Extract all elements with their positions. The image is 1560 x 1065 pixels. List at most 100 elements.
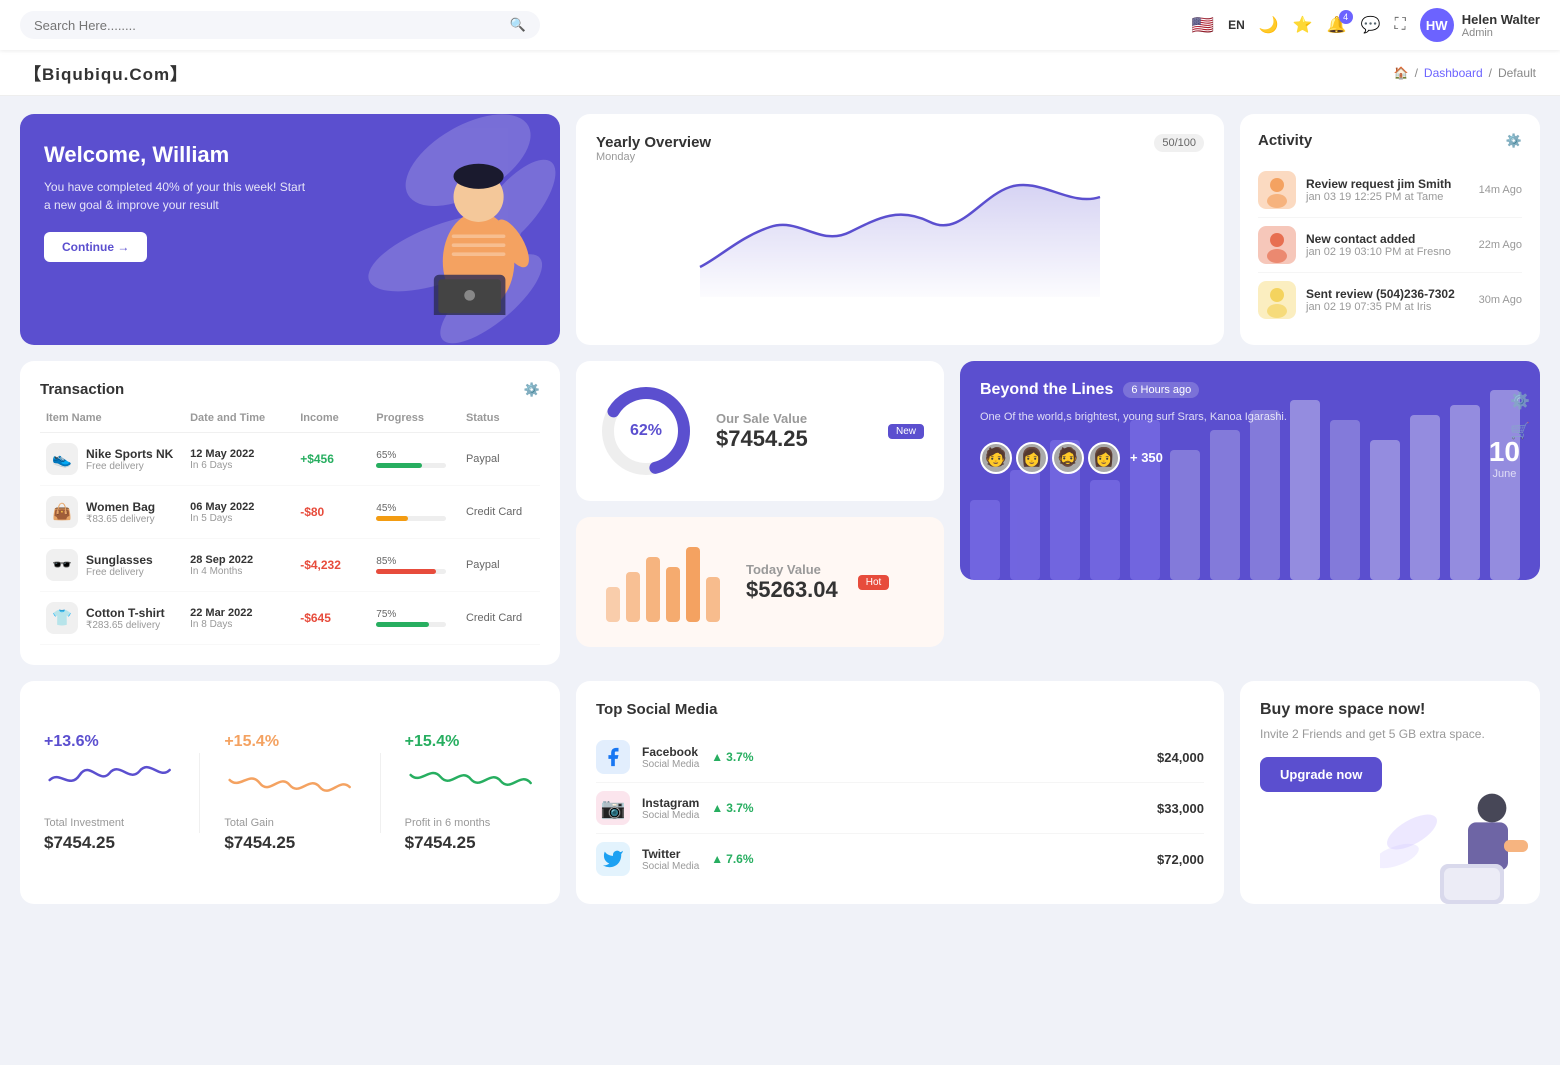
transaction-rows: 👟 Nike Sports NK Free delivery 12 May 20… (40, 433, 540, 645)
activity-text: Review request jim Smith jan 03 19 12:25… (1306, 177, 1469, 203)
breadcrumb-dashboard[interactable]: Dashboard (1424, 66, 1483, 80)
activity-card: Activity ⚙️ Review request jim Smith jan… (1240, 114, 1540, 345)
social-amount: $33,000 (1157, 801, 1204, 816)
activity-header: Activity ⚙️ (1258, 132, 1522, 149)
home-icon[interactable]: 🏠 (1394, 66, 1409, 80)
progress-fill (376, 463, 422, 468)
social-name: Facebook (642, 745, 699, 759)
activity-item-sub: jan 02 19 03:10 PM at Fresno (1306, 246, 1469, 258)
message-icon[interactable]: 💬 (1361, 15, 1381, 35)
social-sub: Social Media (642, 810, 699, 821)
col-item-name: Item Name (46, 412, 182, 424)
col-progress: Progress (376, 412, 458, 424)
stat-value: $7454.25 (224, 833, 355, 853)
site-logo: 【Biqubiqu.Com】 (24, 60, 188, 85)
row-income: -$4,232 (300, 558, 368, 572)
user-menu[interactable]: HW Helen Walter Admin (1420, 8, 1540, 42)
new-badge: New (888, 424, 924, 439)
activity-list: Review request jim Smith jan 03 19 12:25… (1258, 163, 1522, 327)
space-illustration (1380, 784, 1540, 904)
upgrade-button[interactable]: Upgrade now (1260, 757, 1382, 792)
row-status: Paypal (466, 559, 534, 571)
row-2: Transaction ⚙️ Item Name Date and Time I… (20, 361, 1540, 665)
user-name: Helen Walter (1462, 12, 1540, 27)
continue-button[interactable]: Continue → (44, 232, 147, 262)
avatars-row: 🧑 👩 🧔 👩 + 350 10 June (980, 436, 1520, 480)
stats-card: +13.6% Total Investment $7454.25 +15.4% … (20, 681, 560, 904)
social-item: 📷 Instagram Social Media ▲ 3.7% $33,000 (596, 783, 1204, 834)
yearly-chart (596, 167, 1204, 297)
space-title: Buy more space now! (1260, 701, 1520, 719)
donut-chart: 62% (596, 381, 696, 481)
stat-divider (199, 753, 200, 833)
activity-item: Review request jim Smith jan 03 19 12:25… (1258, 163, 1522, 218)
progress-label: 45% (376, 503, 458, 514)
sale-info: Our Sale Value $7454.25 (716, 411, 808, 452)
activity-settings-icon[interactable]: ⚙️ (1506, 133, 1522, 149)
row-days: In 6 Days (190, 460, 292, 471)
beyond-card: ⚙️ 🛒 Beyond the Lines 6 Hours ago One Of… (960, 361, 1540, 580)
item-name: Cotton T-shirt (86, 606, 165, 620)
beyond-settings-icon[interactable]: ⚙️ (1510, 391, 1530, 411)
user-role: Admin (1462, 27, 1540, 39)
dark-mode-icon[interactable]: 🌙 (1259, 15, 1279, 35)
breadcrumb-current: Default (1498, 66, 1536, 80)
yearly-header: Yearly Overview Monday 50/100 (596, 134, 1204, 163)
beyond-time: 6 Hours ago (1123, 382, 1199, 398)
col-status: Status (466, 412, 534, 424)
sale-value: $7454.25 (716, 426, 808, 452)
transaction-settings-icon[interactable]: ⚙️ (524, 382, 540, 398)
item-sub: ₹283.65 delivery (86, 620, 165, 631)
arrow-up-icon: ▲ (711, 750, 723, 764)
progress-bar (376, 569, 446, 574)
welcome-card: Welcome, William You have completed 40% … (20, 114, 560, 345)
notification-icon[interactable]: 🔔 4 (1327, 15, 1347, 35)
search-icon: 🔍 (510, 17, 526, 33)
row-status: Credit Card (466, 612, 534, 624)
progress-fill (376, 622, 429, 627)
buy-space-card: Buy more space now! Invite 2 Friends and… (1240, 681, 1540, 904)
item-icon: 👜 (46, 496, 78, 528)
item-sub: Free delivery (86, 461, 173, 472)
activity-item: New contact added jan 02 19 03:10 PM at … (1258, 218, 1522, 273)
today-bar-chart (596, 537, 726, 627)
today-label: Today Value (746, 562, 838, 577)
welcome-illustration (407, 114, 550, 345)
yearly-day: Monday (596, 151, 711, 163)
social-media-card: Top Social Media Facebook Social Media ▲… (576, 681, 1224, 904)
social-icon: 📷 (596, 791, 630, 825)
beyond-cart-icon[interactable]: 🛒 (1510, 421, 1530, 441)
activity-item-time: 30m Ago (1479, 294, 1522, 306)
search-input[interactable] (34, 18, 502, 33)
avatar-1: 🧑 (980, 442, 1012, 474)
star-icon[interactable]: ⭐ (1293, 15, 1313, 35)
fullscreen-icon[interactable]: ⛶ (1395, 16, 1406, 34)
language-selector[interactable]: EN (1228, 18, 1245, 32)
activity-item: Sent review (504)236-7302 jan 02 19 07:3… (1258, 273, 1522, 327)
activity-item-title: New contact added (1306, 232, 1469, 246)
table-row: 🕶️ Sunglasses Free delivery 28 Sep 2022 … (40, 539, 540, 592)
date-month: June (1489, 468, 1520, 480)
item-icon: 👟 (46, 443, 78, 475)
plus-count: + 350 (1130, 450, 1163, 465)
social-icon (596, 740, 630, 774)
item-icon: 🕶️ (46, 549, 78, 581)
row-date: 22 Mar 2022 (190, 607, 292, 619)
stat-divider (380, 753, 381, 833)
activity-item-time: 22m Ago (1479, 239, 1522, 251)
item-name: Women Bag (86, 500, 155, 514)
col-date: Date and Time (190, 412, 292, 424)
yearly-overview-card: Yearly Overview Monday 50/100 (576, 114, 1224, 345)
nav-icons: 🇺🇸 EN 🌙 ⭐ 🔔 4 💬 ⛶ HW Helen Walter Admin (1192, 8, 1540, 42)
stat-label: Total Gain (224, 817, 355, 829)
today-info: Today Value $5263.04 (746, 562, 838, 603)
arrow-up-icon: ▲ (711, 801, 723, 815)
row-date: 28 Sep 2022 (190, 554, 292, 566)
social-pct: ▲ 7.6% (711, 852, 753, 866)
donut-label: 62% (630, 422, 662, 440)
transaction-card: Transaction ⚙️ Item Name Date and Time I… (20, 361, 560, 665)
avatar: HW (1420, 8, 1454, 42)
welcome-subtitle: You have completed 40% of your this week… (44, 178, 315, 214)
search-bar[interactable]: 🔍 (20, 11, 540, 39)
item-sub: Free delivery (86, 567, 153, 578)
